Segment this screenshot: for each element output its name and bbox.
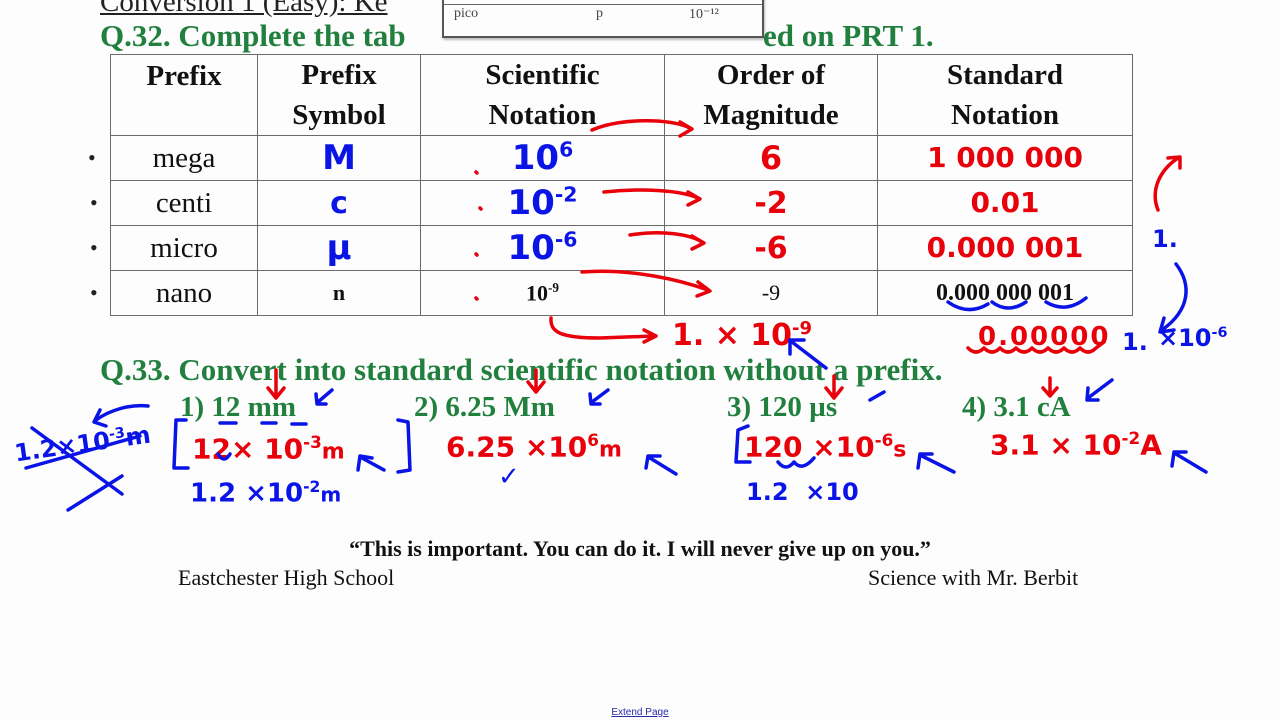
q32-title-left: Q.32. Complete the tab xyxy=(100,18,406,53)
overlay-prefix: nano xyxy=(454,0,481,4)
arrow-icon xyxy=(549,316,658,344)
item-3-answer: 1.2 ×10 xyxy=(746,478,859,506)
cell-order: -6 xyxy=(664,225,878,271)
crossed-out-work: 1.2×10-3m xyxy=(12,420,153,468)
overlay-value: 10⁻⁹ xyxy=(689,0,715,5)
column-header-scientific: Scientific Notation xyxy=(420,54,665,136)
micro-one-annotation: 1. xyxy=(1122,328,1148,356)
cell-order: 6 xyxy=(664,135,878,181)
arrow-icon xyxy=(1153,155,1182,212)
table-row: mega M 106 6 1 000 000 xyxy=(110,135,1133,181)
extend-page-link[interactable]: Extend Page xyxy=(0,707,1280,718)
arrow-icon xyxy=(868,390,886,402)
nano-scientific-annotation: 1. × 10-9 xyxy=(672,318,813,353)
cell-symbol: μ xyxy=(257,225,421,271)
cell-standard: 0.000 001 xyxy=(877,225,1133,271)
cell-symbol: M xyxy=(257,135,421,181)
item-2-work: 6.25 ×106m xyxy=(446,430,622,464)
motivational-quote: “This is important. You can do it. I wil… xyxy=(349,536,931,561)
cell-scientific: 10-9 xyxy=(420,270,665,316)
column-header-order: Order of Magnitude xyxy=(664,54,878,136)
arrow-icon xyxy=(644,454,678,476)
overlay-value: 10⁻¹² xyxy=(689,7,719,22)
q33-item-1: 1) 12 mm xyxy=(180,391,296,423)
item-3-work: 120 ×10-6s xyxy=(744,430,907,464)
arrow-icon xyxy=(314,388,334,406)
q33-item-3: 3) 120 µs xyxy=(727,391,838,423)
q33-item-2: 2) 6.25 Mm xyxy=(414,391,555,423)
cell-standard: 0.000 000 001 xyxy=(877,270,1133,316)
overlay-row-nano: nano n 10⁻⁹ xyxy=(444,0,762,5)
section-heading: Conversion 1 (Easy): Ke xyxy=(100,0,388,18)
cell-prefix: mega xyxy=(110,135,258,181)
overlay-symbol: p xyxy=(596,6,603,21)
row-bullet: • xyxy=(90,235,98,260)
overlay-row-pico: pico p 10⁻¹² xyxy=(444,6,762,26)
micro-working-annotation: 0.00000 xyxy=(978,322,1111,352)
item-2-check: ✓ xyxy=(498,462,520,492)
overlay-symbol: n xyxy=(594,0,601,4)
arrow-icon xyxy=(1170,450,1208,474)
item-1-work: 12× 10-3m xyxy=(192,432,345,466)
micro-scientific-annotation: ×10-6 xyxy=(1158,324,1228,352)
cell-symbol: c xyxy=(257,180,421,226)
item-1-answer: 1.2 ×10-2m xyxy=(190,478,342,509)
item-4-work: 3.1 × 10-2A xyxy=(990,428,1162,462)
cell-scientific: 10-6 xyxy=(420,225,665,271)
cell-symbol: n xyxy=(257,270,421,316)
arrow-icon xyxy=(588,388,610,406)
row-bullet: • xyxy=(90,190,98,215)
column-header-symbol: Prefix Symbol xyxy=(257,54,421,136)
row-bullet: • xyxy=(90,280,98,305)
column-header-standard: Standard Notation xyxy=(877,54,1133,136)
q33-title: Q.33. Convert into standard scientific n… xyxy=(100,352,943,387)
cell-order: -9 xyxy=(664,270,878,316)
extend-page-link-text[interactable]: Extend Page xyxy=(611,707,668,718)
table-row: micro μ 10-6 -6 0.000 001 xyxy=(110,225,1133,271)
arrow-icon xyxy=(1158,262,1188,334)
cell-standard: 0.01 xyxy=(877,180,1133,226)
cell-order: -2 xyxy=(664,180,878,226)
cell-scientific: 10-2 xyxy=(420,180,665,226)
cell-prefix: micro xyxy=(110,225,258,271)
cell-standard: 1 000 000 xyxy=(877,135,1133,181)
cell-prefix: centi xyxy=(110,180,258,226)
footer-teacher: Science with Mr. Berbit xyxy=(868,565,1079,590)
table-header-row: Prefix Prefix Symbol Scientific Notation O… xyxy=(110,54,1133,136)
table-row: nano n 10-9 -9 0.000 000 001 xyxy=(110,270,1133,316)
arrow-icon xyxy=(1085,378,1114,402)
arrow-icon xyxy=(916,452,956,474)
q33-item-4: 4) 3.1 cA xyxy=(962,391,1071,423)
cell-prefix: nano xyxy=(110,270,258,316)
table-row: centi c 10-2 -2 0.01 xyxy=(110,180,1133,226)
column-header-prefix: Prefix xyxy=(110,54,258,136)
footer-school: Eastchester High School xyxy=(178,565,395,590)
overlay-prefix: pico xyxy=(454,6,479,21)
side-one-annotation: 1. xyxy=(1152,225,1178,253)
arrow-icon xyxy=(356,454,386,472)
prefix-reference-overlay: nano n 10⁻⁹ pico p 10⁻¹² xyxy=(442,0,764,38)
row-bullet: • xyxy=(88,145,96,170)
q32-title-right: ed on PRT 1. xyxy=(763,18,934,53)
cell-scientific: 106 xyxy=(420,135,665,181)
prefix-table: Prefix Prefix Symbol Scientific Notation O… xyxy=(110,54,1133,316)
